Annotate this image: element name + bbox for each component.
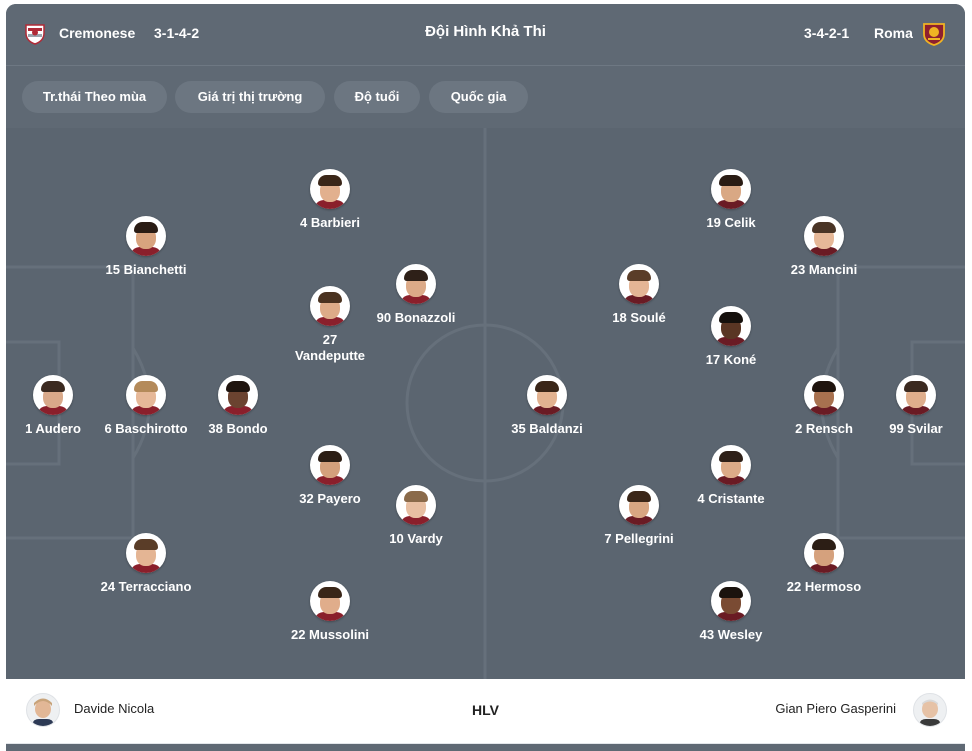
home-player[interactable]: 22 Mussolini — [275, 581, 385, 643]
player-name[interactable]: 90 Bonazzoli — [361, 310, 471, 326]
home-player[interactable]: 15 Bianchetti — [91, 216, 201, 278]
player-name[interactable]: 43 Wesley — [676, 627, 786, 643]
lineup-card: Cremonese 3-1-4-2 Đội Hình Khả Thi 3-4-2… — [6, 4, 965, 751]
home-player[interactable]: 4 Barbieri — [275, 169, 385, 231]
player-name[interactable]: 17 Koné — [676, 352, 786, 368]
player-avatar[interactable] — [310, 445, 350, 485]
player-name[interactable]: 22 Mussolini — [275, 627, 385, 643]
away-team-name[interactable]: Roma — [874, 25, 913, 41]
player-avatar[interactable] — [310, 286, 350, 326]
lineup-header: Cremonese 3-1-4-2 Đội Hình Khả Thi 3-4-2… — [6, 4, 965, 66]
away-player[interactable]: 7 Pellegrini — [584, 485, 694, 547]
filter-market-value-button[interactable]: Giá trị thị trường — [175, 81, 325, 113]
player-avatar[interactable] — [126, 375, 166, 415]
away-coach-name[interactable]: Gian Piero Gasperini — [775, 701, 896, 716]
player-avatar[interactable] — [619, 264, 659, 304]
filter-nationality-button[interactable]: Quốc gia — [429, 81, 528, 113]
player-name[interactable]: 24 Terracciano — [91, 579, 201, 595]
away-player[interactable]: 35 Baldanzi — [492, 375, 602, 437]
player-avatar[interactable] — [619, 485, 659, 525]
player-name[interactable]: 35 Baldanzi — [492, 421, 602, 437]
player-name[interactable]: 38 Bondo — [183, 421, 293, 437]
player-name[interactable]: 10 Vardy — [361, 531, 471, 547]
player-name[interactable]: 2 Rensch — [769, 421, 879, 437]
player-name[interactable]: 27 Vandeputte — [290, 332, 370, 364]
away-player[interactable]: 2 Rensch — [769, 375, 879, 437]
player-avatar[interactable] — [804, 533, 844, 573]
player-avatar[interactable] — [396, 264, 436, 304]
home-player[interactable]: 10 Vardy — [361, 485, 471, 547]
away-coach-avatar[interactable] — [913, 693, 947, 727]
player-avatar[interactable] — [33, 375, 73, 415]
coach-bar: Davide Nicola HLV Gian Piero Gasperini — [6, 679, 965, 744]
player-avatar[interactable] — [804, 216, 844, 256]
player-avatar[interactable] — [126, 533, 166, 573]
player-name[interactable]: 7 Pellegrini — [584, 531, 694, 547]
player-avatar[interactable] — [527, 375, 567, 415]
player-name[interactable]: 19 Celik — [676, 215, 786, 231]
filter-age-button[interactable]: Độ tuổi — [334, 81, 420, 113]
away-player[interactable]: 19 Celik — [676, 169, 786, 231]
away-formation: 3-4-2-1 — [804, 25, 850, 41]
player-avatar[interactable] — [126, 216, 166, 256]
player-avatar[interactable] — [218, 375, 258, 415]
player-name[interactable]: 23 Mancini — [769, 262, 879, 278]
player-avatar[interactable] — [711, 169, 751, 209]
player-avatar[interactable] — [896, 375, 936, 415]
player-name[interactable]: 18 Soulé — [584, 310, 694, 326]
home-player[interactable]: 38 Bondo — [183, 375, 293, 437]
home-player[interactable]: 24 Terracciano — [91, 533, 201, 595]
player-avatar[interactable] — [711, 306, 751, 346]
away-player[interactable]: 18 Soulé — [584, 264, 694, 326]
player-avatar[interactable] — [396, 485, 436, 525]
filter-bar: Tr.thái Theo mùa Giá trị thị trường Độ t… — [6, 66, 965, 128]
player-name[interactable]: 15 Bianchetti — [91, 262, 201, 278]
football-pitch: 1 Audero 6 Baschirotto 38 Bondo 15 Bianchet… — [6, 128, 965, 679]
player-avatar[interactable] — [310, 581, 350, 621]
home-player[interactable]: 90 Bonazzoli — [361, 264, 471, 326]
filter-season-form-button[interactable]: Tr.thái Theo mùa — [22, 81, 167, 113]
player-avatar[interactable] — [711, 581, 751, 621]
away-player[interactable]: 43 Wesley — [676, 581, 786, 643]
player-name[interactable]: 4 Barbieri — [275, 215, 385, 231]
player-avatar[interactable] — [711, 445, 751, 485]
roma-crest-icon[interactable] — [921, 20, 947, 46]
player-avatar[interactable] — [310, 169, 350, 209]
player-avatar[interactable] — [804, 375, 844, 415]
